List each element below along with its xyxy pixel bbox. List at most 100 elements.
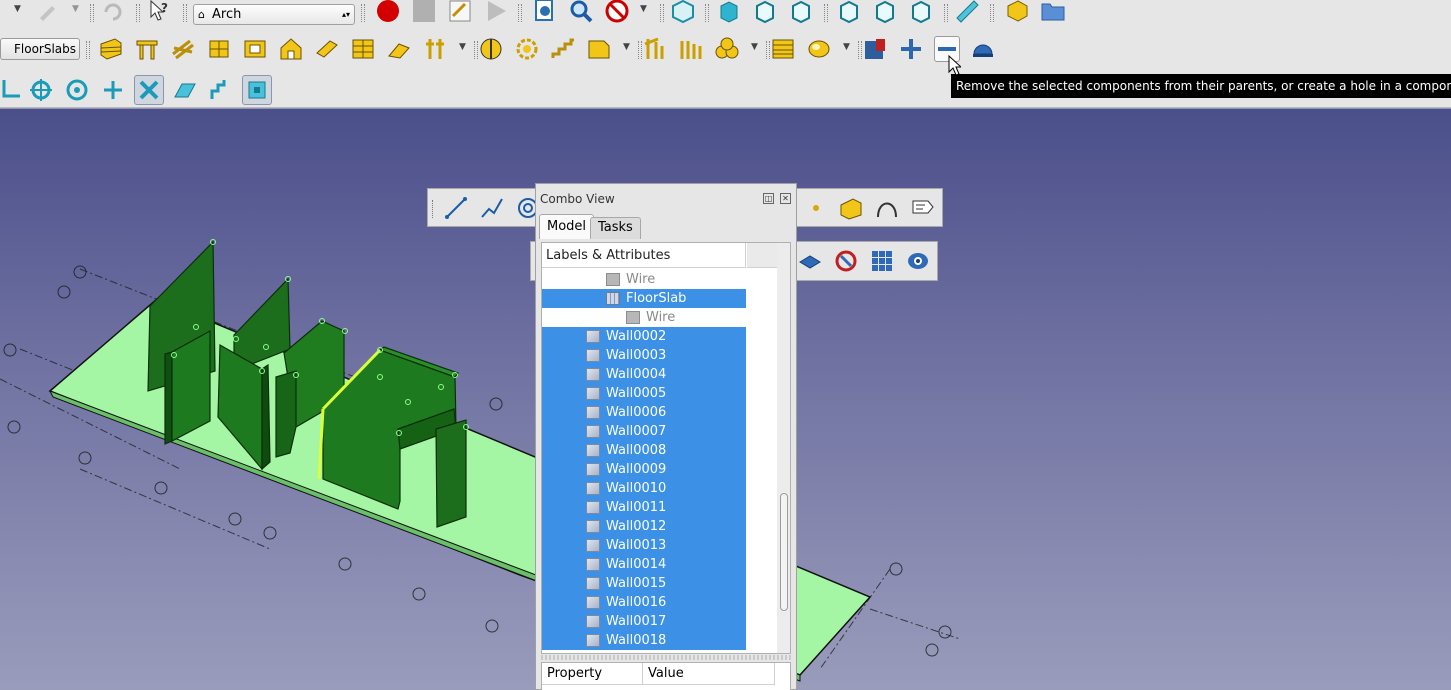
roof-icon[interactable] (386, 36, 412, 62)
rebar-icon[interactable] (170, 36, 196, 62)
workbench-selector[interactable]: ⌂ Arch ▴▾ (193, 4, 355, 25)
front-view-icon[interactable] (716, 0, 742, 24)
measure-icon[interactable] (954, 0, 980, 24)
add-component-icon[interactable] (898, 36, 924, 62)
dropdown-arrow-icon[interactable]: ▼ (14, 4, 21, 14)
float-panel-icon[interactable]: ◫ (763, 193, 774, 204)
tree-row[interactable]: Wall0011 (542, 498, 746, 517)
tree-row[interactable]: Wall0004 (542, 365, 746, 384)
material-icon[interactable] (806, 36, 832, 62)
tree-row[interactable]: Wall0012 (542, 517, 746, 536)
record-macro-icon[interactable] (375, 0, 401, 24)
snap-center-icon[interactable] (64, 77, 90, 103)
axis-icon[interactable] (478, 36, 504, 62)
toggle-display-icon[interactable] (905, 248, 931, 274)
part-icon[interactable] (1004, 0, 1030, 24)
snap-grid-icon[interactable] (242, 75, 272, 105)
slab-icon[interactable] (314, 36, 340, 62)
right-view-icon[interactable] (788, 0, 814, 24)
macros-icon[interactable] (447, 0, 473, 24)
tree-row[interactable]: ▼FloorSlab (542, 289, 746, 308)
space-icon[interactable] (514, 36, 540, 62)
tree-row[interactable]: Wall0015 (542, 574, 746, 593)
refresh-icon[interactable] (100, 0, 126, 24)
draft-point-icon[interactable] (803, 195, 829, 221)
survey-helmet-icon[interactable] (970, 36, 996, 62)
value-column-header[interactable]: Value (643, 663, 775, 685)
panel-splitter[interactable] (541, 655, 791, 660)
dropdown-arrow-icon[interactable]: ▼ (72, 4, 79, 14)
equipment-icon[interactable] (350, 36, 376, 62)
array-icon[interactable] (869, 248, 895, 274)
tree-row[interactable]: Wire (542, 308, 746, 327)
snap-angle-icon[interactable] (28, 77, 54, 103)
tree-row[interactable]: Wall0009 (542, 460, 746, 479)
top-view-icon[interactable] (752, 0, 778, 24)
floorslabs-button[interactable]: FloorSlabs (0, 38, 80, 60)
tree-row[interactable]: Wall0016 (542, 593, 746, 612)
tree-row[interactable]: Wall0018 (542, 631, 746, 650)
snap-working-plane-icon[interactable] (172, 77, 198, 103)
tab-model[interactable]: Model (539, 214, 595, 239)
draft-facebinder-icon[interactable] (838, 195, 864, 221)
tree-row[interactable]: Wall0007 (542, 422, 746, 441)
tree-row[interactable]: Wall0013 (542, 536, 746, 555)
stop-macro-icon[interactable] (411, 0, 437, 24)
view-fit-all-icon[interactable] (532, 0, 558, 24)
pipe-icon[interactable] (422, 36, 448, 62)
execute-macro-icon[interactable] (483, 0, 509, 24)
tree-row[interactable]: Wall0002 (542, 327, 746, 346)
dropdown-arrow-icon[interactable]: ▼ (843, 42, 850, 52)
isometric-view-icon[interactable] (670, 0, 696, 24)
group-icon[interactable] (1040, 0, 1066, 24)
profile-icon[interactable] (714, 36, 740, 62)
edit-icon[interactable] (34, 0, 60, 24)
clone-icon[interactable] (833, 248, 859, 274)
close-panel-icon[interactable]: ✕ (780, 193, 791, 204)
curtain-wall-icon[interactable] (206, 36, 232, 62)
zoom-icon[interactable] (568, 0, 594, 24)
rear-view-icon[interactable] (836, 0, 862, 24)
whats-this-icon[interactable]: ? (146, 0, 172, 24)
tree-row[interactable]: Wall0008 (542, 441, 746, 460)
tree-row[interactable]: Wall0003 (542, 346, 746, 365)
tree-row[interactable]: Wall0010 (542, 479, 746, 498)
snap-dimensions-icon[interactable] (208, 77, 234, 103)
wall-icon[interactable] (98, 36, 124, 62)
draft-line-icon[interactable] (443, 195, 469, 221)
dropdown-arrow-icon[interactable]: ▼ (459, 42, 466, 52)
tree-scrollbar-thumb[interactable] (780, 493, 788, 611)
snap-intersection-icon[interactable] (134, 75, 164, 105)
draft-bspline-icon[interactable] (874, 195, 900, 221)
draft-wire-icon[interactable] (479, 195, 505, 221)
tree-row[interactable]: Wall0017 (542, 612, 746, 631)
tree-row[interactable]: Wall0014 (542, 555, 746, 574)
dropdown-arrow-icon[interactable]: ▼ (623, 42, 630, 52)
toolbar-handle[interactable] (432, 200, 436, 218)
draft-label-icon[interactable] (910, 195, 936, 221)
window-icon[interactable] (242, 36, 268, 62)
dropdown-arrow-icon[interactable]: ▼ (751, 42, 758, 52)
snap-perpendicular-icon[interactable] (0, 77, 22, 103)
bottom-view-icon[interactable] (872, 0, 898, 24)
panel-icon[interactable] (586, 36, 612, 62)
property-column-header[interactable]: Property (542, 663, 643, 685)
snap-extension-icon[interactable] (100, 77, 126, 103)
dropdown-arrow-icon[interactable]: ▼ (640, 4, 647, 14)
tree-row[interactable]: Wall0006 (542, 403, 746, 422)
left-view-icon[interactable] (908, 0, 934, 24)
cut-plane-icon[interactable] (862, 36, 888, 62)
working-plane-icon[interactable] (797, 248, 823, 274)
structure-icon[interactable] (134, 36, 160, 62)
tree-row[interactable]: Wire (542, 270, 746, 289)
tab-tasks[interactable]: Tasks (590, 217, 641, 239)
stairs-icon[interactable] (550, 36, 576, 62)
tree-row[interactable]: Wall0005 (542, 384, 746, 403)
draw-style-icon[interactable] (604, 0, 630, 24)
building-part-icon[interactable] (278, 36, 304, 62)
tree-header-labels[interactable]: Labels & Attributes (542, 243, 746, 268)
tree-scrollbar[interactable] (777, 243, 790, 653)
frame-icon[interactable] (642, 36, 668, 62)
schedule-icon[interactable] (770, 36, 796, 62)
truss-icon[interactable] (678, 36, 704, 62)
